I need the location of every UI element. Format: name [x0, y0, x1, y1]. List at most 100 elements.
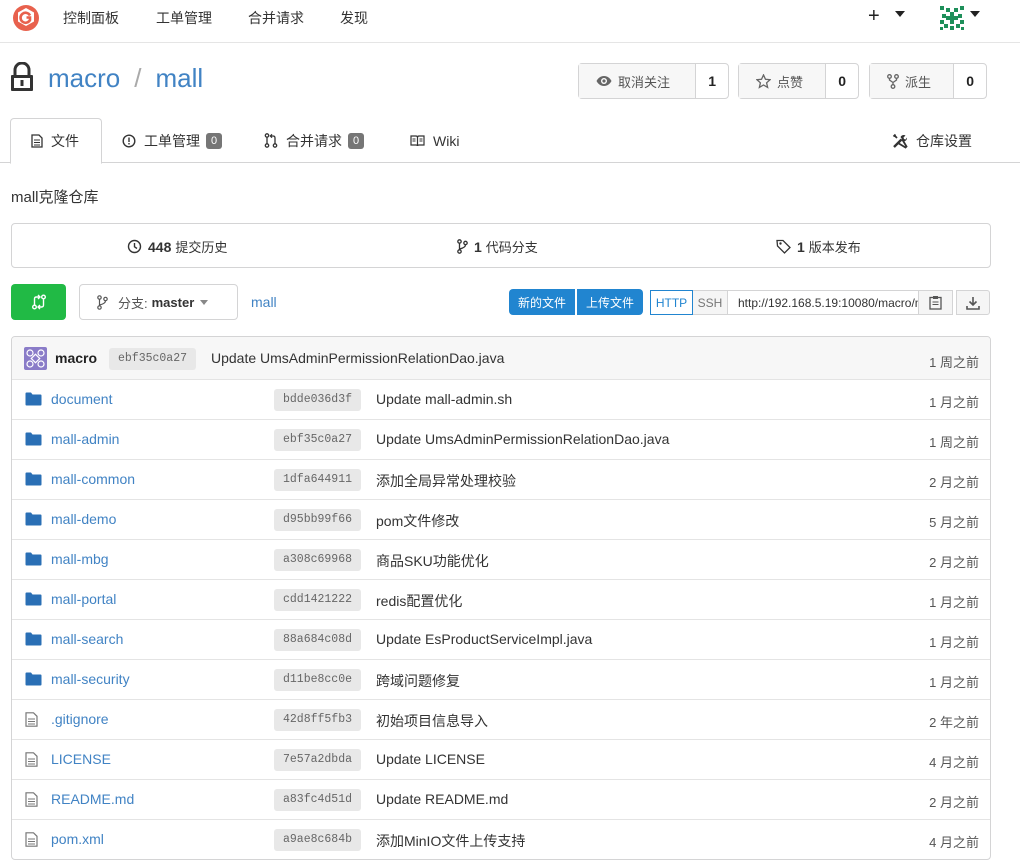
pull-request-icon [264, 133, 278, 148]
commit-sha[interactable]: bdde036d3f [274, 389, 362, 411]
branch-dropdown[interactable]: 分支: master [79, 284, 238, 320]
commit-message[interactable]: 添加全局异常处理校验 [376, 471, 516, 491]
watch-count[interactable]: 1 [696, 64, 728, 98]
commit-sha[interactable]: 42d8ff5fb3 [274, 709, 362, 731]
commit-message[interactable]: Update README.md [376, 791, 508, 807]
tab-issues[interactable]: 工单管理 0 [122, 118, 223, 163]
file-name-link[interactable]: mall-portal [51, 591, 116, 607]
file-row: mall-admin ebf35c0a27 Update UmsAdminPermi… [12, 420, 990, 460]
file-text-icon [25, 712, 38, 727]
author-avatar[interactable] [24, 347, 47, 370]
upload-file-button[interactable]: 上传文件 [577, 289, 644, 315]
clone-url-input[interactable]: http://192.168.5.19:10080/macro/mall.git [728, 290, 919, 315]
unwatch-button[interactable]: 取消关注 [579, 64, 697, 98]
folder-icon [25, 392, 42, 406]
fork-button-group[interactable]: 派生 0 [869, 63, 987, 99]
star-button-group[interactable]: 点赞 0 [738, 63, 859, 99]
history-icon [127, 239, 142, 254]
tab-files[interactable]: 文件 [10, 118, 102, 164]
star-button[interactable]: 点赞 [739, 64, 827, 98]
plus-caret-icon[interactable] [895, 11, 905, 17]
commit-sha[interactable]: a308c69968 [274, 549, 362, 571]
folder-icon [25, 472, 42, 486]
commits-stat[interactable]: 448 提交历史 [127, 237, 227, 256]
file-row: LICENSE 7e57a2dbda Update LICENSE 4 月之前 [12, 740, 990, 780]
commit-author[interactable]: macro [55, 350, 97, 366]
star-count[interactable]: 0 [826, 64, 858, 98]
file-name-link[interactable]: README.md [51, 791, 134, 807]
folder-icon [25, 632, 42, 646]
commit-sha[interactable]: cdd1421222 [274, 589, 362, 611]
folder-icon [25, 552, 42, 566]
book-icon [410, 134, 425, 146]
branches-stat[interactable]: 1 代码分支 [457, 237, 538, 256]
tab-pulls-label: 合并请求 [286, 132, 342, 149]
commit-message[interactable]: 跨域问题修复 [376, 671, 460, 691]
commit-message[interactable]: Update UmsAdminPermissionRelationDao.jav… [376, 431, 669, 447]
fork-count[interactable]: 0 [954, 64, 986, 98]
watch-button-group[interactable]: 取消关注 1 [578, 63, 729, 99]
nav-dashboard[interactable]: 控制面板 [63, 8, 119, 28]
commit-sha[interactable]: 88a684c08d [274, 629, 362, 651]
file-name-link[interactable]: LICENSE [51, 751, 111, 767]
branch-name: master [151, 294, 195, 310]
tools-icon [892, 133, 908, 149]
nav-issues[interactable]: 工单管理 [156, 8, 212, 28]
commit-sha[interactable]: a9ae8c684b [274, 829, 362, 851]
file-row: pom.xml a9ae8c684b 添加MinIO文件上传支持 4 月之前 [12, 820, 990, 859]
commit-message[interactable]: 添加MinIO文件上传支持 [376, 831, 525, 851]
copy-url-button[interactable] [919, 290, 953, 315]
clone-ssh-button[interactable]: SSH [693, 290, 728, 315]
branches-label: 代码分支 [485, 240, 538, 255]
breadcrumb-repo-link[interactable]: mall [251, 294, 277, 310]
commit-message[interactable]: pom文件修改 [376, 511, 459, 531]
compare-sync-button[interactable] [11, 284, 66, 320]
file-name-link[interactable]: mall-mbg [51, 551, 109, 567]
commit-sha[interactable]: 7e57a2dbda [274, 749, 362, 771]
commit-sha[interactable]: d11be8cc0e [274, 669, 362, 691]
file-row: mall-mbg a308c69968 商品SKU功能优化 2 月之前 [12, 540, 990, 580]
create-new-plus-icon[interactable]: + [868, 5, 880, 28]
avatar-caret-icon[interactable] [970, 11, 980, 17]
commit-message[interactable]: Update UmsAdminPermissionRelationDao.jav… [211, 350, 504, 366]
commit-message[interactable]: Update EsProductServiceImpl.java [376, 631, 592, 647]
commit-message[interactable]: 商品SKU功能优化 [376, 551, 489, 571]
tab-wiki[interactable]: Wiki [410, 118, 459, 163]
commit-sha[interactable]: 1dfa644911 [274, 469, 362, 491]
commit-sha[interactable]: ebf35c0a27 [274, 429, 362, 451]
repo-name-link[interactable]: mall [155, 63, 203, 93]
new-file-button[interactable]: 新的文件 [509, 289, 576, 315]
nav-explore[interactable]: 发现 [340, 8, 368, 28]
download-archive-button[interactable] [956, 290, 990, 315]
releases-count: 1 [797, 238, 805, 255]
commit-sha[interactable]: ebf35c0a27 [109, 348, 197, 370]
user-avatar[interactable] [938, 4, 966, 32]
file-name-link[interactable]: mall-admin [51, 431, 119, 447]
tab-pulls[interactable]: 合并请求 0 [264, 118, 365, 163]
nav-pulls[interactable]: 合并请求 [248, 8, 304, 28]
download-icon [966, 296, 980, 310]
commit-message[interactable]: redis配置优化 [376, 591, 462, 611]
commit-message[interactable]: Update LICENSE [376, 751, 485, 767]
star-icon [756, 73, 771, 89]
file-name-link[interactable]: .gitignore [51, 711, 109, 727]
file-name-link[interactable]: mall-demo [51, 511, 116, 527]
commit-message[interactable]: 初始项目信息导入 [376, 711, 488, 731]
file-name-link[interactable]: pom.xml [51, 831, 104, 847]
file-name-link[interactable]: mall-common [51, 471, 135, 487]
clipboard-icon [929, 296, 942, 310]
gogs-logo-icon[interactable] [12, 4, 40, 32]
file-name-link[interactable]: mall-security [51, 671, 130, 687]
file-name-link[interactable]: mall-search [51, 631, 123, 647]
commit-message[interactable]: Update mall-admin.sh [376, 391, 512, 407]
clone-http-button[interactable]: HTTP [650, 290, 693, 315]
releases-stat[interactable]: 1 版本发布 [776, 237, 861, 256]
tab-settings[interactable]: 仓库设置 [892, 118, 972, 163]
commit-sha[interactable]: d95bb99f66 [274, 509, 362, 531]
commit-age: 4 月之前 [929, 755, 979, 770]
fork-button[interactable]: 派生 [870, 64, 955, 98]
commit-age: 2 月之前 [929, 555, 979, 570]
repo-owner-link[interactable]: macro [48, 63, 120, 93]
commit-sha[interactable]: a83fc4d51d [274, 789, 362, 811]
file-name-link[interactable]: document [51, 391, 112, 407]
